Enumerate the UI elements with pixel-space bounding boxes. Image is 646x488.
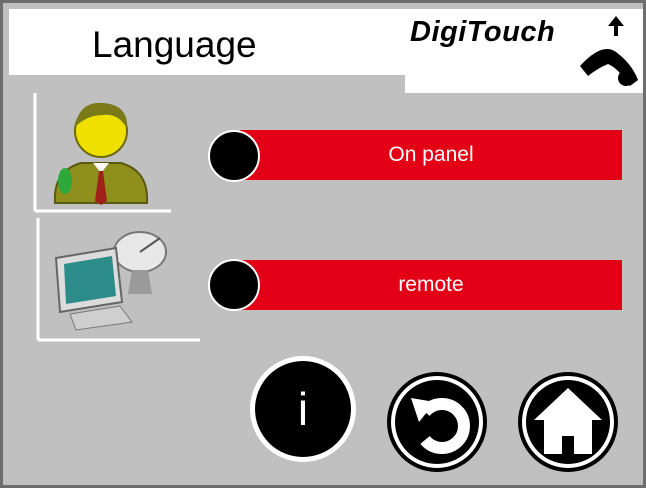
option-remote[interactable]: remote	[240, 260, 622, 310]
option-on-panel[interactable]: On panel	[240, 130, 622, 180]
back-button[interactable]	[385, 370, 489, 474]
logo-hand-icon	[580, 16, 638, 86]
radio-on-panel[interactable]	[208, 130, 260, 182]
digitouch-logo: DigiTouch	[402, 6, 640, 90]
info-icon: i	[297, 383, 309, 435]
user-icon	[33, 93, 171, 213]
page-title: Language	[92, 24, 257, 65]
home-icon	[518, 372, 618, 472]
info-button[interactable]: i	[250, 356, 356, 462]
radio-remote[interactable]	[208, 259, 260, 311]
home-button[interactable]	[516, 370, 620, 474]
remote-computer-icon	[36, 218, 200, 342]
back-arrow-icon	[387, 372, 487, 472]
